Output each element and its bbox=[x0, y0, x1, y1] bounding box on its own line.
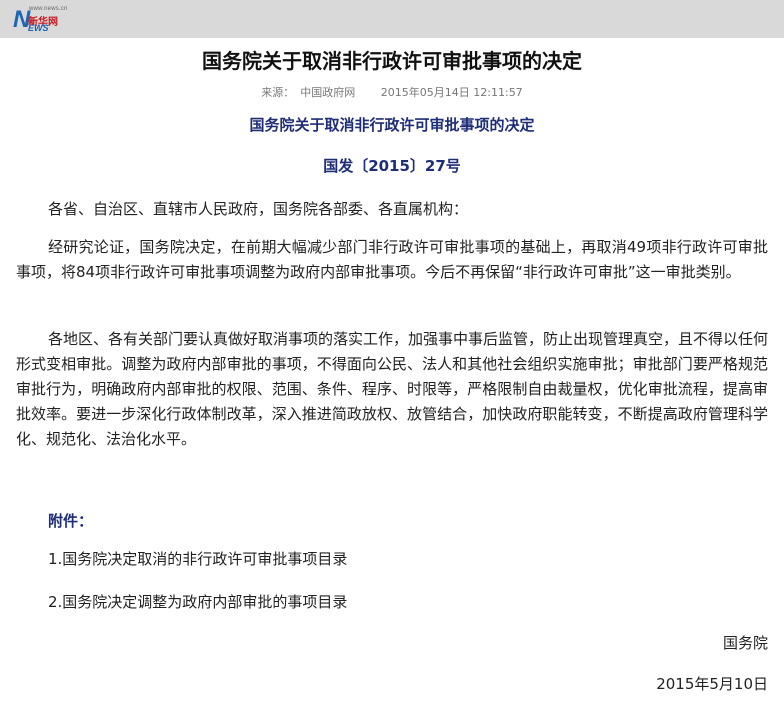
sign-date: 2015年5月10日 bbox=[656, 675, 768, 693]
article-meta: 来源： 中国政府网 2015年05月14日 12:11:57 bbox=[0, 84, 784, 100]
xinhuanet-logo[interactable]: www.news.cn N 新华网 EWS bbox=[13, 6, 73, 34]
attachment-link-2[interactable]: 2.国务院决定调整为政府内部审批的事项目录 bbox=[48, 591, 347, 612]
publish-datetime: 2015年05月14日 12:11:57 bbox=[380, 86, 523, 99]
top-bar: www.news.cn N 新华网 EWS bbox=[0, 0, 784, 38]
paragraph-2: 各地区、各有关部门要认真做好取消事项的落实工作，加强事中事后监管，防止出现管理真… bbox=[16, 330, 769, 448]
logo-suffix: EWS bbox=[28, 23, 49, 33]
document-title: 国务院关于取消非行政许可审批事项的决定 bbox=[249, 116, 535, 134]
signer: 国务院 bbox=[722, 634, 768, 652]
attachment-link-1[interactable]: 1.国务院决定取消的非行政许可审批事项目录 bbox=[48, 548, 347, 569]
page-title: 国务院关于取消非行政许可审批事项的决定 bbox=[202, 49, 582, 73]
logo-url-text: www.news.cn bbox=[29, 6, 68, 12]
source-label: 来源： bbox=[261, 86, 295, 99]
paragraph-1: 经研究论证，国务院决定，在前期大幅减少部门非行政许可审批事项的基础上，再取消49… bbox=[16, 238, 768, 281]
attachments-label: 附件： bbox=[48, 512, 94, 530]
addressees: 各省、自治区、直辖市人民政府，国务院各部委、各直属机构： bbox=[48, 200, 469, 218]
source-link[interactable]: 中国政府网 bbox=[300, 86, 355, 99]
document-number: 国发〔2015〕27号 bbox=[323, 157, 461, 175]
